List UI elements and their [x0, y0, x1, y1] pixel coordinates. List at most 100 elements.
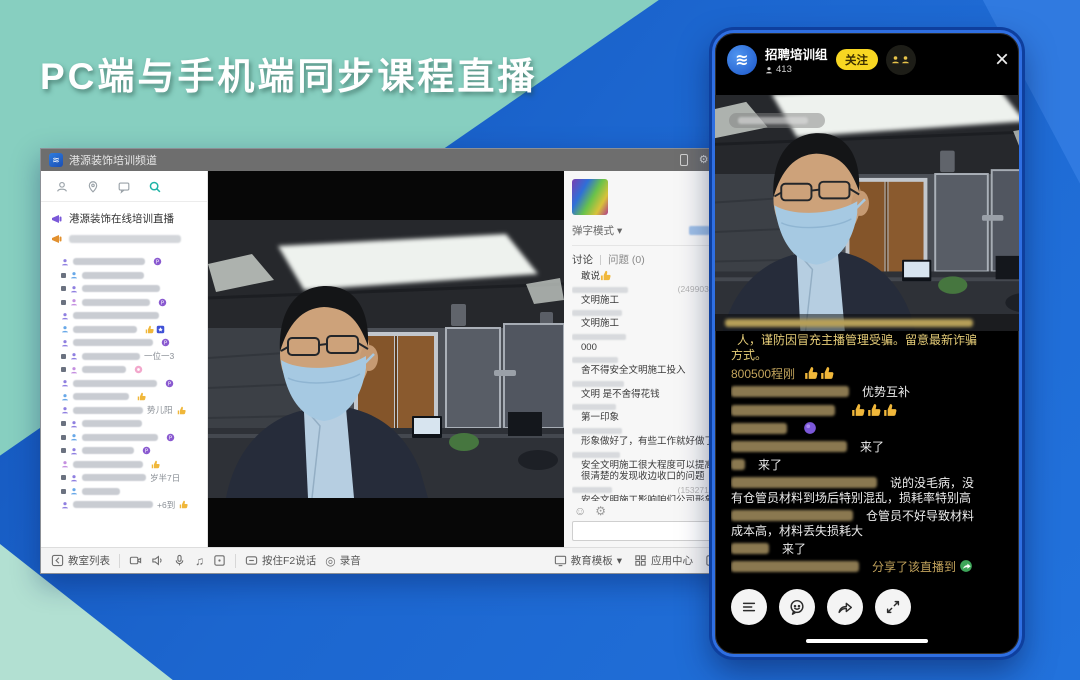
app-center-button[interactable]: 应用中心 [634, 553, 693, 568]
admin-marker-icon [61, 475, 66, 480]
follow-button[interactable]: 关注 [836, 49, 878, 70]
admin-marker-icon [61, 435, 66, 440]
member-icon [61, 406, 69, 414]
attendee-row[interactable] [61, 311, 201, 320]
home-indicator[interactable] [806, 639, 928, 643]
back-arrow-icon [51, 554, 64, 567]
attendee-row[interactable] [61, 379, 201, 388]
member-icon [61, 501, 69, 509]
redacted-sender [572, 452, 620, 458]
mode-label[interactable]: 弹字模式 [572, 223, 614, 238]
channel-item-redacted[interactable] [51, 233, 197, 245]
chat-button[interactable] [779, 589, 815, 625]
attendee-row[interactable] [61, 487, 201, 496]
caret-down-icon[interactable]: ▾ [617, 225, 622, 237]
share-arrow-icon [836, 598, 854, 616]
member-icon [61, 339, 69, 347]
viewer-person-icon [765, 66, 773, 74]
attendee-row[interactable] [61, 392, 201, 401]
redacted-sender [572, 287, 628, 293]
settings-icon[interactable]: ⚙ [699, 155, 709, 166]
menu-button[interactable] [731, 589, 767, 625]
user-badges [177, 406, 186, 415]
classroom-list-button[interactable]: 教室列表 [51, 553, 110, 568]
message-text: 000 [581, 342, 597, 353]
attendee-row[interactable]: 岁半7日 [61, 473, 201, 482]
phone-header: ≋ 招聘培训组 413 关注 × [727, 44, 1009, 75]
attendee-row[interactable] [61, 284, 201, 293]
settings-small-icon[interactable]: ⚙ [595, 504, 606, 518]
redacted-commenter-name [731, 441, 847, 452]
close-icon[interactable]: × [995, 48, 1009, 72]
push-to-talk-button[interactable]: 按住F2说话 [245, 553, 316, 568]
pc-titlebar[interactable]: ≋ 港源装饰培训频道 ⚙ × [41, 149, 774, 171]
microphone-icon[interactable] [173, 554, 186, 567]
message-text: 文明施工 [581, 295, 619, 306]
app-logo-pc-icon: ≋ [49, 153, 63, 167]
message-text: 舍不得安全文明施工投入 [581, 365, 686, 376]
share-thumbnail[interactable] [572, 179, 608, 215]
fullscreen-button[interactable] [875, 589, 911, 625]
camera-icon[interactable] [129, 554, 142, 567]
contacts-icon[interactable] [55, 180, 69, 194]
redacted-sender [572, 404, 616, 410]
viewer-count: 413 [765, 64, 828, 75]
attendee-row[interactable] [61, 419, 201, 428]
panel-grid-icon[interactable] [213, 554, 226, 567]
redacted-username [73, 380, 157, 387]
system-notice-blurred-line [715, 314, 1019, 331]
sidebar-toolbar [41, 176, 207, 202]
record-button[interactable]: ◎ 录音 [325, 553, 360, 568]
admin-marker-icon [61, 273, 66, 278]
share-button[interactable] [827, 589, 863, 625]
device-icon[interactable] [680, 154, 688, 166]
pc-video-area [208, 171, 564, 547]
tab-discussion[interactable]: 讨论 [572, 252, 593, 267]
music-icon[interactable]: ♫ [195, 554, 204, 568]
attendee-row[interactable]: 势儿阳 [61, 406, 201, 415]
tab-questions[interactable]: 问题 (0) [608, 252, 645, 267]
edu-template-button[interactable]: 教育模板 ▾ [554, 553, 622, 568]
live-comment: 分享了该直播到 [731, 559, 985, 575]
attendee-row[interactable]: +6到 [61, 500, 201, 509]
attendee-row[interactable] [61, 298, 201, 307]
attendee-row[interactable] [61, 460, 201, 469]
attendee-row[interactable] [61, 446, 201, 455]
redacted-username [73, 501, 153, 508]
user-badges [137, 392, 146, 401]
speaker-icon[interactable] [151, 554, 164, 567]
contribution-rank-badge[interactable] [886, 45, 916, 75]
redacted-commenter-name [731, 543, 769, 554]
location-icon[interactable] [86, 180, 100, 194]
message-text: 第一印象 [581, 412, 619, 423]
emoji-icon[interactable]: ☺ [574, 504, 586, 518]
channel-item-live[interactable]: 港源装饰在线培训直播 [51, 211, 197, 226]
redacted-sender [572, 428, 622, 434]
attendee-row[interactable] [61, 365, 201, 374]
key-icon [245, 554, 258, 567]
search-icon[interactable] [148, 180, 162, 194]
redacted-commenter-name [731, 423, 787, 434]
attendee-row[interactable] [61, 338, 201, 347]
attendee-row[interactable] [61, 257, 201, 266]
member-icon [70, 487, 78, 495]
attendee-row[interactable] [61, 325, 201, 334]
attendee-row[interactable] [61, 271, 201, 280]
phone-window: ≋ 招聘培训组 413 关注 × [712, 30, 1022, 657]
message-icon[interactable] [117, 180, 131, 194]
member-icon [61, 460, 69, 468]
username-fragment: 岁半7日 [150, 472, 180, 484]
user-badges [166, 433, 175, 442]
attendee-row[interactable]: 一位一3 [61, 352, 201, 361]
attendee-row[interactable] [61, 433, 201, 442]
redacted-username [82, 366, 126, 373]
redacted-username [73, 461, 143, 468]
admin-marker-icon [61, 367, 66, 372]
live-comment: 来了 [731, 440, 985, 455]
presenter-video-illustration [715, 95, 1019, 331]
redacted-username [73, 312, 159, 319]
member-icon [70, 474, 78, 482]
redacted-commenter-name [731, 477, 877, 488]
redacted-link[interactable] [689, 226, 710, 235]
divider [235, 554, 236, 568]
